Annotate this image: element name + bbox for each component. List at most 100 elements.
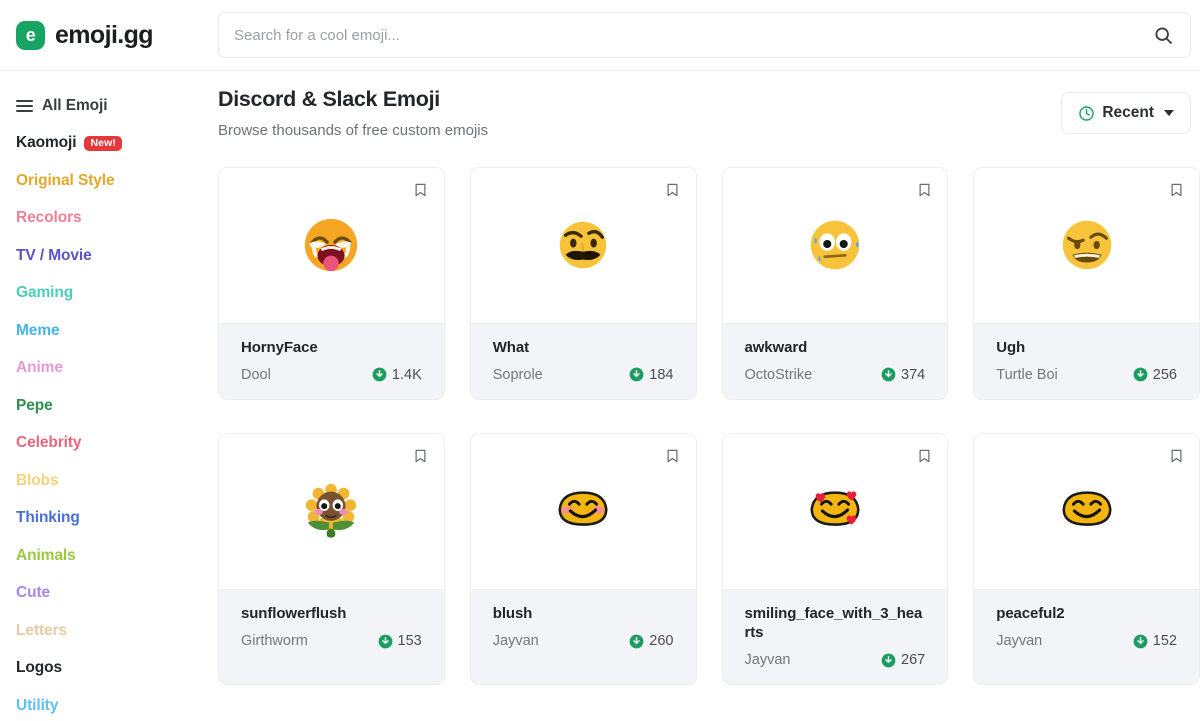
- emoji-card-footer: smiling_face_with_3_hearts Jayvan 267: [722, 588, 948, 685]
- emoji-card-footer: Ugh Turtle Boi 256: [974, 322, 1199, 399]
- sidebar-item-kaomoji[interactable]: Kaomoji New!: [16, 125, 218, 163]
- emoji-name: sunflowerflush: [241, 604, 347, 622]
- new-badge: New!: [84, 135, 122, 151]
- download-icon: [378, 634, 392, 649]
- emoji-card[interactable]: HornyFace Dool 1.4K: [218, 166, 445, 400]
- sidebar-item-label: Kaomoji: [16, 134, 77, 152]
- emoji-name: awkward: [744, 338, 808, 356]
- emoji-name: Ugh: [996, 338, 1026, 356]
- emoji-name: blush: [492, 604, 533, 622]
- sort-label: Recent: [1102, 104, 1154, 121]
- emoji-preview: [219, 167, 444, 323]
- bookmark-button[interactable]: [915, 447, 933, 465]
- sidebar-item-gaming[interactable]: Gaming: [16, 275, 218, 313]
- search-icon: [1154, 26, 1172, 44]
- page-title: Discord & Slack Emoji: [218, 87, 440, 111]
- sidebar-item-label: Celebrity: [16, 434, 82, 452]
- emoji-artwork: [558, 491, 608, 527]
- sidebar-item-thinking[interactable]: Thinking: [16, 500, 218, 538]
- download-count: 374: [881, 367, 925, 383]
- page-subtitle: Browse thousands of free custom emojis: [218, 121, 489, 139]
- download-count-value: 153: [397, 633, 422, 650]
- sort-recent-button[interactable]: Recent: [1061, 92, 1191, 134]
- sidebar-item-label: Pepe: [16, 396, 53, 414]
- emoji-artwork: [306, 484, 357, 539]
- bookmark-button[interactable]: [1167, 447, 1185, 465]
- brand[interactable]: e emoji.gg: [0, 20, 218, 50]
- sidebar: All Emoji Kaomoji New! Original Style Recolo…: [0, 71, 218, 721]
- sidebar-item-recolors[interactable]: Recolors: [16, 200, 218, 238]
- bookmark-button[interactable]: [412, 447, 430, 465]
- download-count-value: 184: [649, 366, 674, 383]
- sidebar-item-animals[interactable]: Animals: [16, 537, 218, 575]
- bookmark-button[interactable]: [1167, 181, 1185, 199]
- emoji-meta: Dool 1.4K: [241, 367, 422, 383]
- download-count-value: 152: [1152, 633, 1177, 650]
- brand-name: emoji.gg: [55, 20, 154, 49]
- emoji-card[interactable]: What Soprole 184: [469, 166, 697, 400]
- emoji-preview: [722, 433, 948, 589]
- sidebar-item-label: Logos: [16, 659, 62, 677]
- sidebar-item-meme[interactable]: Meme: [16, 312, 218, 350]
- sidebar-item-label: Anime: [16, 359, 63, 377]
- search-button[interactable]: [1150, 22, 1176, 48]
- emoji-card-footer: blush Jayvan 260: [470, 588, 696, 685]
- bookmark-icon: [667, 449, 678, 463]
- bookmark-button[interactable]: [915, 181, 933, 199]
- emoji-meta: Jayvan 267: [745, 652, 926, 668]
- emoji-artwork: [559, 222, 607, 269]
- emoji-meta: OctoStrike 374: [745, 367, 926, 383]
- emoji-card[interactable]: smiling_face_with_3_hearts Jayvan 267: [721, 432, 949, 686]
- brand-logo-icon: e: [16, 20, 45, 50]
- bookmark-icon: [1171, 183, 1181, 197]
- emoji-author: Jayvan: [744, 652, 791, 669]
- download-count: 153: [378, 633, 422, 649]
- sidebar-item-logos[interactable]: Logos: [16, 650, 218, 688]
- sidebar-item-blobs[interactable]: Blobs: [16, 462, 218, 500]
- bookmark-icon: [1171, 449, 1181, 463]
- emoji-artwork: [810, 221, 860, 270]
- download-icon: [372, 368, 387, 382]
- emoji-preview: [219, 433, 444, 589]
- sidebar-item-original-style[interactable]: Original Style: [16, 162, 218, 200]
- emoji-card[interactable]: peaceful2 Jayvan 152: [973, 432, 1200, 686]
- sidebar-item-tv-movie[interactable]: TV / Movie: [16, 237, 218, 275]
- sidebar-item-celebrity[interactable]: Celebrity: [16, 425, 218, 463]
- sidebar-item-all-emoji[interactable]: All Emoji: [16, 87, 218, 125]
- bookmark-button[interactable]: [664, 447, 682, 465]
- emoji-preview: [470, 167, 696, 323]
- emoji-card-footer: peaceful2 Jayvan 152: [974, 588, 1199, 685]
- emoji-name: peaceful2: [996, 604, 1065, 622]
- emoji-card[interactable]: Ugh Turtle Boi 256: [973, 166, 1200, 400]
- emoji-preview: [470, 433, 696, 589]
- bookmark-button[interactable]: [664, 181, 682, 199]
- bookmark-icon: [667, 183, 678, 197]
- hamburger-icon: [16, 99, 33, 112]
- sidebar-item-utility[interactable]: Utility: [16, 687, 218, 721]
- sidebar-item-label: Letters: [16, 621, 67, 639]
- sidebar-item-pepe[interactable]: Pepe: [16, 387, 218, 425]
- emoji-card-footer: What Soprole 184: [470, 322, 696, 399]
- emoji-author: Turtle Boi: [996, 366, 1058, 383]
- download-icon: [1133, 634, 1148, 649]
- emoji-author: Jayvan: [996, 633, 1043, 650]
- emoji-card[interactable]: sunflowerflush Girthworm 153: [218, 432, 445, 686]
- search-input[interactable]: [234, 26, 1150, 44]
- sidebar-item-cute[interactable]: Cute: [16, 575, 218, 613]
- emoji-meta: Jayvan 260: [493, 633, 674, 649]
- search-box[interactable]: [218, 12, 1191, 58]
- download-icon: [881, 368, 896, 382]
- sidebar-item-anime[interactable]: Anime: [16, 350, 218, 388]
- download-count: 184: [629, 366, 674, 383]
- emoji-card[interactable]: awkward OctoStrike 374: [721, 166, 949, 400]
- emoji-artwork: [1062, 491, 1112, 527]
- sidebar-item-letters[interactable]: Letters: [16, 612, 218, 650]
- emoji-card[interactable]: blush Jayvan 260: [469, 432, 697, 686]
- emoji-card-footer: sunflowerflush Girthworm 153: [219, 588, 444, 685]
- sidebar-item-label: Animals: [16, 546, 76, 564]
- emoji-artwork: [305, 219, 358, 272]
- sidebar-item-label: TV / Movie: [16, 246, 92, 264]
- download-count: 256: [1133, 367, 1177, 383]
- bookmark-button[interactable]: [412, 181, 430, 199]
- sidebar-item-label: Cute: [16, 584, 51, 602]
